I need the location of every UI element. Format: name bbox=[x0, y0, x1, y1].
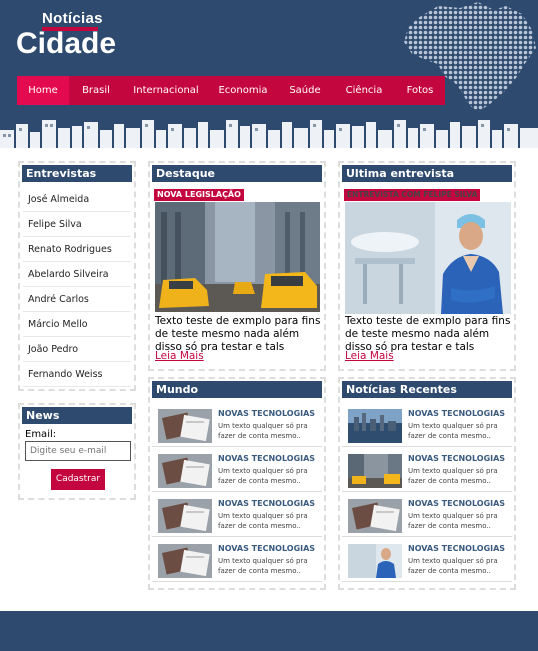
main-nav: Home Brasil Internacional Economia Saúde… bbox=[17, 76, 445, 105]
item-description: Um texto qualquer só pra fazer de conta … bbox=[218, 467, 308, 485]
category-tag[interactable]: NOVA LEGISLAÇÃO bbox=[154, 189, 244, 201]
site-header: Notícias Cidade Home Brasil Internaciona… bbox=[0, 0, 538, 148]
list-item[interactable]: André Carlos bbox=[23, 287, 131, 312]
entrevistas-panel: Entrevistas José Almeida Felipe Silva Re… bbox=[18, 161, 136, 391]
notebook-thumbnail bbox=[158, 544, 212, 578]
destaque-text: Texto teste de exmplo para fins de teste… bbox=[155, 315, 321, 353]
item-description: Um texto qualquer só pra fazer de conta … bbox=[408, 557, 498, 575]
nav-brasil[interactable]: Brasil bbox=[69, 76, 123, 105]
doctor-image[interactable] bbox=[345, 202, 511, 314]
doctor-thumbnail bbox=[348, 544, 402, 578]
nav-fotos[interactable]: Fotos bbox=[395, 76, 445, 105]
entrevistas-title: Entrevistas bbox=[22, 165, 132, 182]
logo-small-text: Notícias bbox=[42, 10, 103, 27]
ultima-entrevista-panel: Ultima entrevista ENTREVISTA COM FELIPE … bbox=[338, 161, 516, 371]
list-item[interactable]: NOVAS TECNOLOGIAS Um texto qualquer só p… bbox=[152, 493, 322, 537]
nav-ciencia[interactable]: Ciência bbox=[333, 76, 395, 105]
list-item[interactable]: NOVAS TECNOLOGIAS Um texto qualquer só p… bbox=[342, 448, 512, 492]
item-title: NOVAS TECNOLOGIAS bbox=[408, 499, 506, 508]
email-label: Email: bbox=[25, 429, 57, 440]
notebook-thumbnail bbox=[158, 409, 212, 443]
item-title: NOVAS TECNOLOGIAS bbox=[408, 454, 506, 463]
notebook-thumbnail bbox=[158, 454, 212, 488]
destaque-panel: Destaque NOVA LEGISLAÇÃO Texto teste de … bbox=[148, 161, 326, 371]
ultima-entrevista-text: Texto teste de exmplo para fins de teste… bbox=[345, 315, 511, 353]
item-title: NOVAS TECNOLOGIAS bbox=[218, 544, 316, 553]
mundo-panel: Mundo NOVAS TECNOLOGIAS Um texto qualque… bbox=[148, 377, 326, 590]
list-item[interactable]: Abelardo Silveira bbox=[23, 262, 131, 287]
nav-economia[interactable]: Economia bbox=[209, 76, 277, 105]
list-item[interactable]: Renato Rodrigues bbox=[23, 237, 131, 262]
list-item[interactable]: NOVAS TECNOLOGIAS Um texto qualquer só p… bbox=[342, 403, 512, 447]
newsletter-panel: News Email: Cadastrar bbox=[18, 403, 136, 500]
cadastrar-button[interactable]: Cadastrar bbox=[51, 469, 105, 490]
list-item[interactable]: NOVAS TECNOLOGIAS Um texto qualquer só p… bbox=[152, 403, 322, 447]
notebook-thumbnail bbox=[348, 499, 402, 533]
site-footer bbox=[0, 611, 538, 651]
list-item[interactable]: NOVAS TECNOLOGIAS Um texto qualquer só p… bbox=[152, 448, 322, 492]
item-title: NOVAS TECNOLOGIAS bbox=[408, 544, 506, 553]
list-item[interactable]: Fernando Weiss bbox=[23, 362, 131, 387]
item-description: Um texto qualquer só pra fazer de conta … bbox=[218, 422, 308, 440]
list-item[interactable]: NOVAS TECNOLOGIAS Um texto qualquer só p… bbox=[342, 538, 512, 582]
item-description: Um texto qualquer só pra fazer de conta … bbox=[408, 512, 498, 530]
item-description: Um texto qualquer só pra fazer de conta … bbox=[408, 467, 498, 485]
item-description: Um texto qualquer só pra fazer de conta … bbox=[408, 422, 498, 440]
destaque-read-more-link[interactable]: Leia Mais bbox=[155, 350, 204, 362]
entrevistas-list: José Almeida Felipe Silva Renato Rodrigu… bbox=[23, 187, 131, 387]
noticias-recentes-title: Notícias Recentes bbox=[342, 381, 512, 398]
item-title: NOVAS TECNOLOGIAS bbox=[218, 409, 316, 418]
item-title: NOVAS TECNOLOGIAS bbox=[218, 454, 316, 463]
ultima-entrevista-title: Ultima entrevista bbox=[342, 165, 512, 182]
email-field[interactable] bbox=[25, 441, 131, 461]
street-taxis-thumbnail bbox=[348, 454, 402, 488]
destaque-title: Destaque bbox=[152, 165, 322, 182]
item-title: NOVAS TECNOLOGIAS bbox=[218, 499, 316, 508]
site-logo[interactable]: Cidade bbox=[16, 27, 116, 61]
nav-home[interactable]: Home bbox=[17, 76, 69, 105]
street-taxis-image[interactable] bbox=[155, 202, 320, 312]
skyline-thumbnail bbox=[348, 409, 402, 443]
nav-internacional[interactable]: Internacional bbox=[123, 76, 209, 105]
item-description: Um texto qualquer só pra fazer de conta … bbox=[218, 557, 308, 575]
city-skyline-icon bbox=[0, 120, 538, 148]
list-item[interactable]: NOVAS TECNOLOGIAS Um texto qualquer só p… bbox=[152, 538, 322, 582]
mundo-title: Mundo bbox=[152, 381, 322, 398]
list-item[interactable]: João Pedro bbox=[23, 337, 131, 362]
nav-saude[interactable]: Saúde bbox=[277, 76, 333, 105]
list-item[interactable]: Felipe Silva bbox=[23, 212, 131, 237]
notebook-thumbnail bbox=[158, 499, 212, 533]
ultima-entrevista-read-more-link[interactable]: Leia Mais bbox=[345, 350, 394, 362]
noticias-recentes-panel: Notícias Recentes NOVAS TECNOLOGIAS Um t… bbox=[338, 377, 516, 590]
list-item[interactable]: Márcio Mello bbox=[23, 312, 131, 337]
newsletter-title: News bbox=[22, 407, 132, 424]
list-item[interactable]: NOVAS TECNOLOGIAS Um texto qualquer só p… bbox=[342, 493, 512, 537]
item-title: NOVAS TECNOLOGIAS bbox=[408, 409, 506, 418]
category-tag[interactable]: ENTREVISTA COM FELIPE SILVA bbox=[344, 189, 481, 201]
item-description: Um texto qualquer só pra fazer de conta … bbox=[218, 512, 308, 530]
list-item[interactable]: José Almeida bbox=[23, 187, 131, 212]
